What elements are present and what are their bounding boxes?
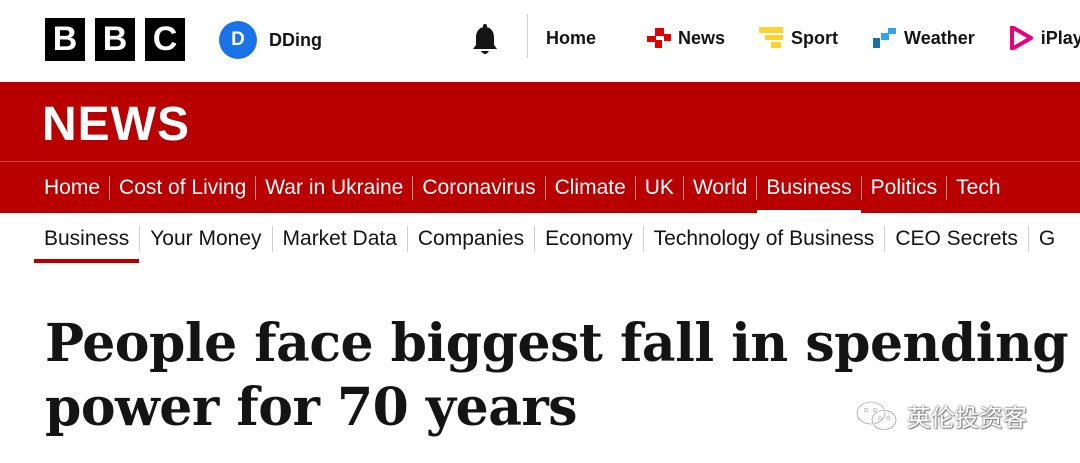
primary-nav-world[interactable]: World	[684, 162, 756, 213]
primary-nav-business[interactable]: Business	[757, 162, 861, 213]
global-nav: Home News Sport Weather iPlay	[546, 25, 1080, 51]
primary-nav-cost-of-living[interactable]: Cost of Living	[110, 162, 255, 213]
notifications-bell-icon[interactable]	[470, 24, 500, 58]
primary-nav-tech[interactable]: Tech	[947, 162, 1009, 213]
section-title[interactable]: NEWS	[42, 97, 190, 152]
news-section-header: NEWS Home Cost of Living War in Ukraine …	[0, 82, 1080, 213]
global-nav-label: Home	[546, 27, 597, 48]
primary-nav-coronavirus[interactable]: Coronavirus	[413, 162, 544, 213]
headline-line: People face biggest fall in spending	[45, 313, 1069, 374]
global-nav-sport[interactable]: Sport	[759, 26, 838, 50]
secondary-nav-technology-of-business[interactable]: Technology of Business	[644, 213, 885, 265]
watermark-text: 英伦投资客	[907, 404, 1027, 432]
global-nav-label: News	[678, 27, 726, 48]
bbc-logo[interactable]: B B C	[45, 18, 185, 61]
account-button[interactable]: D DDing	[219, 21, 322, 59]
business-secondary-nav: Business Your Money Market Data Companie…	[0, 213, 1065, 265]
news-icon	[646, 26, 672, 50]
global-nav-label: iPlayer	[1040, 27, 1080, 48]
global-nav-news[interactable]: News	[646, 26, 725, 50]
secondary-nav-ceo-secrets[interactable]: CEO Secrets	[885, 213, 1028, 265]
wechat-watermark: 英伦投资客	[855, 398, 1027, 433]
bbc-logo-block: C	[145, 18, 185, 61]
bbc-logo-block: B	[95, 18, 135, 61]
primary-nav-climate[interactable]: Climate	[546, 162, 635, 213]
primary-nav-politics[interactable]: Politics	[862, 162, 947, 213]
global-header: B B C D DDing Home News Sport Weather iP…	[0, 0, 1080, 82]
secondary-nav-your-money[interactable]: Your Money	[140, 213, 271, 265]
global-nav-weather[interactable]: Weather	[872, 26, 975, 50]
global-nav-label: Weather	[904, 27, 975, 48]
sport-icon	[759, 26, 785, 50]
primary-nav-war-in-ukraine[interactable]: War in Ukraine	[256, 162, 412, 213]
iplayer-icon	[1009, 25, 1035, 51]
primary-nav-home[interactable]: Home	[0, 162, 109, 213]
headline-line: power for 70 years	[45, 377, 578, 438]
secondary-nav-companies[interactable]: Companies	[408, 213, 534, 265]
weather-icon	[872, 26, 898, 50]
global-nav-label: Sport	[791, 27, 839, 48]
primary-nav-uk[interactable]: UK	[636, 162, 683, 213]
avatar: D	[219, 21, 257, 59]
news-primary-nav: Home Cost of Living War in Ukraine Coron…	[0, 162, 1010, 213]
wechat-icon	[855, 399, 899, 433]
bbc-logo-block: B	[45, 18, 85, 61]
secondary-nav-market-data[interactable]: Market Data	[273, 213, 407, 265]
global-nav-iplayer[interactable]: iPlayer	[1009, 25, 1080, 51]
account-name: DDing	[269, 29, 322, 50]
secondary-nav-truncated[interactable]: G	[1029, 213, 1065, 265]
header-divider	[527, 14, 528, 58]
secondary-nav-business[interactable]: Business	[34, 213, 140, 265]
secondary-nav-economy[interactable]: Economy	[535, 213, 643, 265]
global-nav-home[interactable]: Home	[546, 28, 596, 49]
